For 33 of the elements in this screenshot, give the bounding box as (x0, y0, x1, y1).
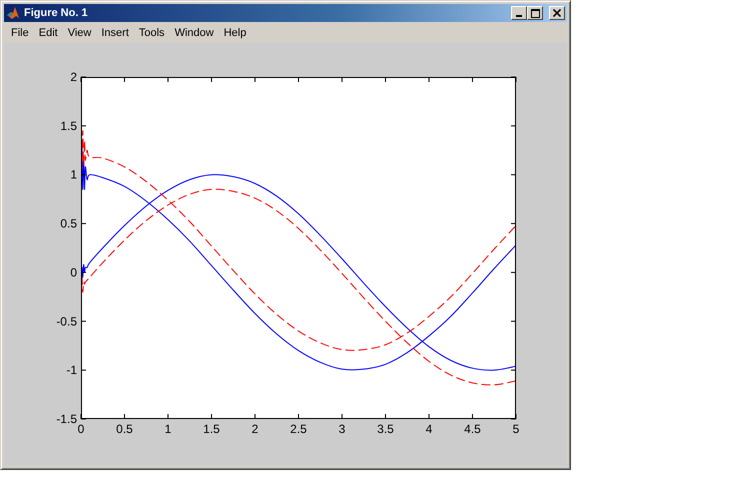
tick-label: 1.5 (203, 422, 220, 436)
tick-label: 1 (70, 168, 77, 182)
menu-item[interactable]: View (62, 26, 96, 38)
window-title: Figure No. 1 (24, 7, 89, 19)
menu-item[interactable]: Edit (34, 26, 63, 38)
app-logo-icon (6, 6, 20, 20)
tick-label: 3.5 (377, 422, 394, 436)
tick-label: 0 (78, 422, 84, 436)
close-button[interactable] (549, 6, 565, 20)
tick-label: -1.5 (56, 412, 77, 426)
tick-label: -1 (66, 363, 77, 378)
tick-label: 5 (512, 422, 520, 436)
menu-item[interactable]: Help (218, 26, 252, 38)
tick-label: 4.5 (464, 422, 481, 436)
tick-label: 3 (338, 422, 346, 436)
minimize-button[interactable] (511, 6, 527, 20)
menu-item[interactable]: Window (170, 26, 219, 38)
maximize-icon (530, 8, 540, 18)
tick-label: 0.5 (116, 422, 133, 436)
tick-label: 0.5 (60, 216, 77, 231)
menu-item[interactable]: Insert (96, 26, 134, 38)
tick-label: 0 (70, 265, 77, 280)
tick-label: 2 (252, 422, 258, 436)
close-icon (553, 9, 561, 17)
tick-label: 4 (426, 422, 432, 436)
tick-label: 1.5 (60, 118, 77, 133)
menu-item[interactable]: Tools (134, 26, 170, 38)
menu-item[interactable]: File (6, 26, 34, 38)
maximize-button[interactable] (527, 6, 543, 20)
tick-label: 2 (70, 70, 77, 84)
tick-label: -0.5 (56, 314, 77, 328)
tick-label: 2.5 (290, 422, 307, 436)
tick-label: 1 (164, 422, 172, 436)
